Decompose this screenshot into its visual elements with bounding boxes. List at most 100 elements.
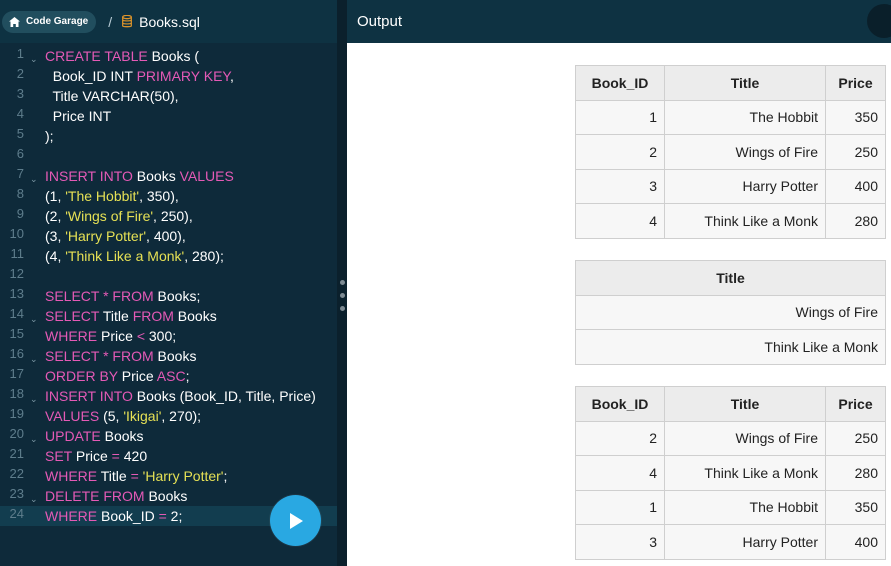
code-token: Books bbox=[100, 428, 144, 444]
play-icon bbox=[289, 512, 303, 529]
line-number: 17 bbox=[9, 366, 24, 381]
run-button[interactable] bbox=[270, 495, 321, 546]
code-line[interactable]: 19 VALUES (5, 'Ikigai', 270); bbox=[0, 406, 337, 426]
table-cell: 400 bbox=[825, 168, 886, 204]
keyword-token: SET bbox=[45, 448, 72, 464]
keyword-token: INSERT INTO bbox=[45, 168, 133, 184]
line-number: 12 bbox=[9, 266, 24, 281]
code-area[interactable]: 1 ⌄ CREATE TABLE Books (2 Book_ID INT PRIM… bbox=[0, 46, 337, 526]
code-token: Price bbox=[117, 368, 157, 384]
keyword-token: WHERE bbox=[45, 328, 98, 344]
code-text: (4, 'Think Like a Monk', 280); bbox=[45, 246, 224, 266]
column-header-book-id: Book_ID bbox=[575, 65, 665, 101]
code-token: (5, bbox=[99, 408, 124, 424]
string-token: 'Harry Potter' bbox=[65, 228, 147, 244]
code-text: WHERE Price < 300; bbox=[45, 326, 176, 346]
code-line[interactable]: 13 SELECT * FROM Books; bbox=[0, 286, 337, 306]
table-cell: The Hobbit bbox=[664, 99, 826, 135]
line-number: 7 bbox=[16, 166, 24, 181]
table-cell: Harry Potter bbox=[664, 168, 826, 204]
breadcrumb-separator: / bbox=[108, 13, 113, 30]
table-cell: 3 bbox=[575, 168, 665, 204]
project-breadcrumb[interactable]: Code Garage bbox=[2, 10, 97, 33]
code-token: (4, bbox=[45, 248, 66, 264]
result-table-2: Title Wings of Fire Think Like a Monk bbox=[575, 260, 886, 365]
code-line[interactable]: 20 ⌄ UPDATE Books bbox=[0, 426, 337, 446]
code-token: Book_ID INT bbox=[45, 68, 137, 84]
code-line[interactable]: 8 (1, 'The Hobbit', 350), bbox=[0, 186, 337, 206]
splitter-grip-dot bbox=[340, 280, 345, 285]
code-token: , 280); bbox=[184, 248, 224, 264]
code-line[interactable]: 17 ORDER BY Price ASC; bbox=[0, 366, 337, 386]
line-number: 18 bbox=[9, 386, 24, 401]
keyword-token: = bbox=[111, 448, 120, 464]
code-token: , 270); bbox=[161, 408, 202, 424]
code-line[interactable]: 3 Title VARCHAR(50), bbox=[0, 86, 337, 106]
code-text: UPDATE Books bbox=[45, 426, 144, 446]
code-token: Price bbox=[97, 328, 137, 344]
keyword-token: = bbox=[130, 468, 139, 484]
line-number: 8 bbox=[16, 186, 24, 201]
code-line[interactable]: 5); bbox=[0, 126, 337, 146]
line-number: 9 bbox=[16, 206, 24, 221]
line-number: 2 bbox=[16, 66, 24, 81]
keyword-token: SELECT * FROM bbox=[45, 288, 154, 304]
code-line[interactable]: 9 (2, 'Wings of Fire', 250), bbox=[0, 206, 337, 226]
file-name[interactable]: Books.sql bbox=[139, 14, 200, 30]
code-text: DELETE FROM Books bbox=[45, 486, 187, 506]
code-line[interactable]: 6 bbox=[0, 146, 337, 166]
table-cell: 1 bbox=[575, 489, 665, 525]
line-number: 20 bbox=[9, 426, 24, 441]
table-cell: Wings of Fire bbox=[664, 420, 826, 456]
code-text: (2, 'Wings of Fire', 250), bbox=[45, 206, 193, 226]
code-line[interactable]: 21 SET Price = 420 bbox=[0, 446, 337, 466]
table-cell: 1 bbox=[575, 99, 665, 135]
column-header-book-id: Book_ID bbox=[575, 386, 665, 422]
code-token: Books ( bbox=[147, 48, 200, 64]
project-name: Code Garage bbox=[26, 16, 89, 27]
table-cell: Harry Potter bbox=[664, 524, 826, 560]
code-line[interactable]: 11 (4, 'Think Like a Monk', 280); bbox=[0, 246, 337, 266]
table-row: 2 Wings of Fire 250 bbox=[575, 134, 886, 170]
table-cell: 2 bbox=[575, 420, 665, 456]
database-icon bbox=[122, 15, 133, 28]
code-text: SELECT * FROM Books; bbox=[45, 286, 200, 306]
string-token: 'Ikigai' bbox=[123, 408, 162, 424]
output-corner-button[interactable] bbox=[867, 4, 891, 38]
code-line[interactable]: 16 ⌄ SELECT * FROM Books bbox=[0, 346, 337, 366]
pane-splitter[interactable] bbox=[337, 0, 347, 566]
result-table-1: Book_ID Title Price 1 The Hobbit 350 2 Wings… bbox=[575, 65, 886, 239]
code-line[interactable]: 22 WHERE Title = 'Harry Potter'; bbox=[0, 466, 337, 486]
editor-header: Code Garage / Books.sql bbox=[0, 0, 337, 43]
code-text: SELECT * FROM Books bbox=[45, 346, 196, 366]
code-line[interactable]: 14 ⌄ SELECT Title FROM Books bbox=[0, 306, 337, 326]
code-line[interactable]: 12 bbox=[0, 266, 337, 286]
table-row: 3 Harry Potter 400 bbox=[575, 524, 886, 560]
code-line[interactable]: 1 ⌄ CREATE TABLE Books ( bbox=[0, 46, 337, 66]
keyword-token: PRIMARY KEY bbox=[136, 68, 230, 84]
result-table-3: Book_ID Title Price 2 Wings of Fire 250 4 Th… bbox=[575, 386, 886, 560]
code-line[interactable]: 2 Book_ID INT PRIMARY KEY, bbox=[0, 66, 337, 86]
code-line[interactable]: 18 ⌄ INSERT INTO Books (Book_ID, Title, Pr… bbox=[0, 386, 337, 406]
code-token: , 350), bbox=[139, 188, 179, 204]
line-number: 14 bbox=[9, 306, 24, 321]
code-text: Book_ID INT PRIMARY KEY, bbox=[45, 66, 234, 86]
output-header: Output bbox=[347, 0, 891, 43]
column-header-title: Title bbox=[575, 260, 886, 296]
code-line[interactable]: 10 (3, 'Harry Potter', 400), bbox=[0, 226, 337, 246]
code-token: (2, bbox=[45, 208, 66, 224]
table-row: 1 The Hobbit 350 bbox=[575, 489, 886, 525]
line-number: 4 bbox=[16, 106, 24, 121]
code-line[interactable]: 7 ⌄ INSERT INTO Books VALUES bbox=[0, 166, 337, 186]
table-row: 2 Wings of Fire 250 bbox=[575, 420, 886, 456]
code-token: ; bbox=[223, 468, 228, 484]
column-header-title: Title bbox=[664, 65, 826, 101]
code-text: (1, 'The Hobbit', 350), bbox=[45, 186, 179, 206]
keyword-token: CREATE TABLE bbox=[45, 48, 148, 64]
code-line[interactable]: 15 WHERE Price < 300; bbox=[0, 326, 337, 346]
line-number: 24 bbox=[9, 506, 24, 521]
keyword-token: ASC bbox=[156, 368, 186, 384]
code-line[interactable]: 4 Price INT bbox=[0, 106, 337, 126]
keyword-token: ORDER BY bbox=[45, 368, 118, 384]
table-cell: Wings of Fire bbox=[575, 294, 886, 330]
